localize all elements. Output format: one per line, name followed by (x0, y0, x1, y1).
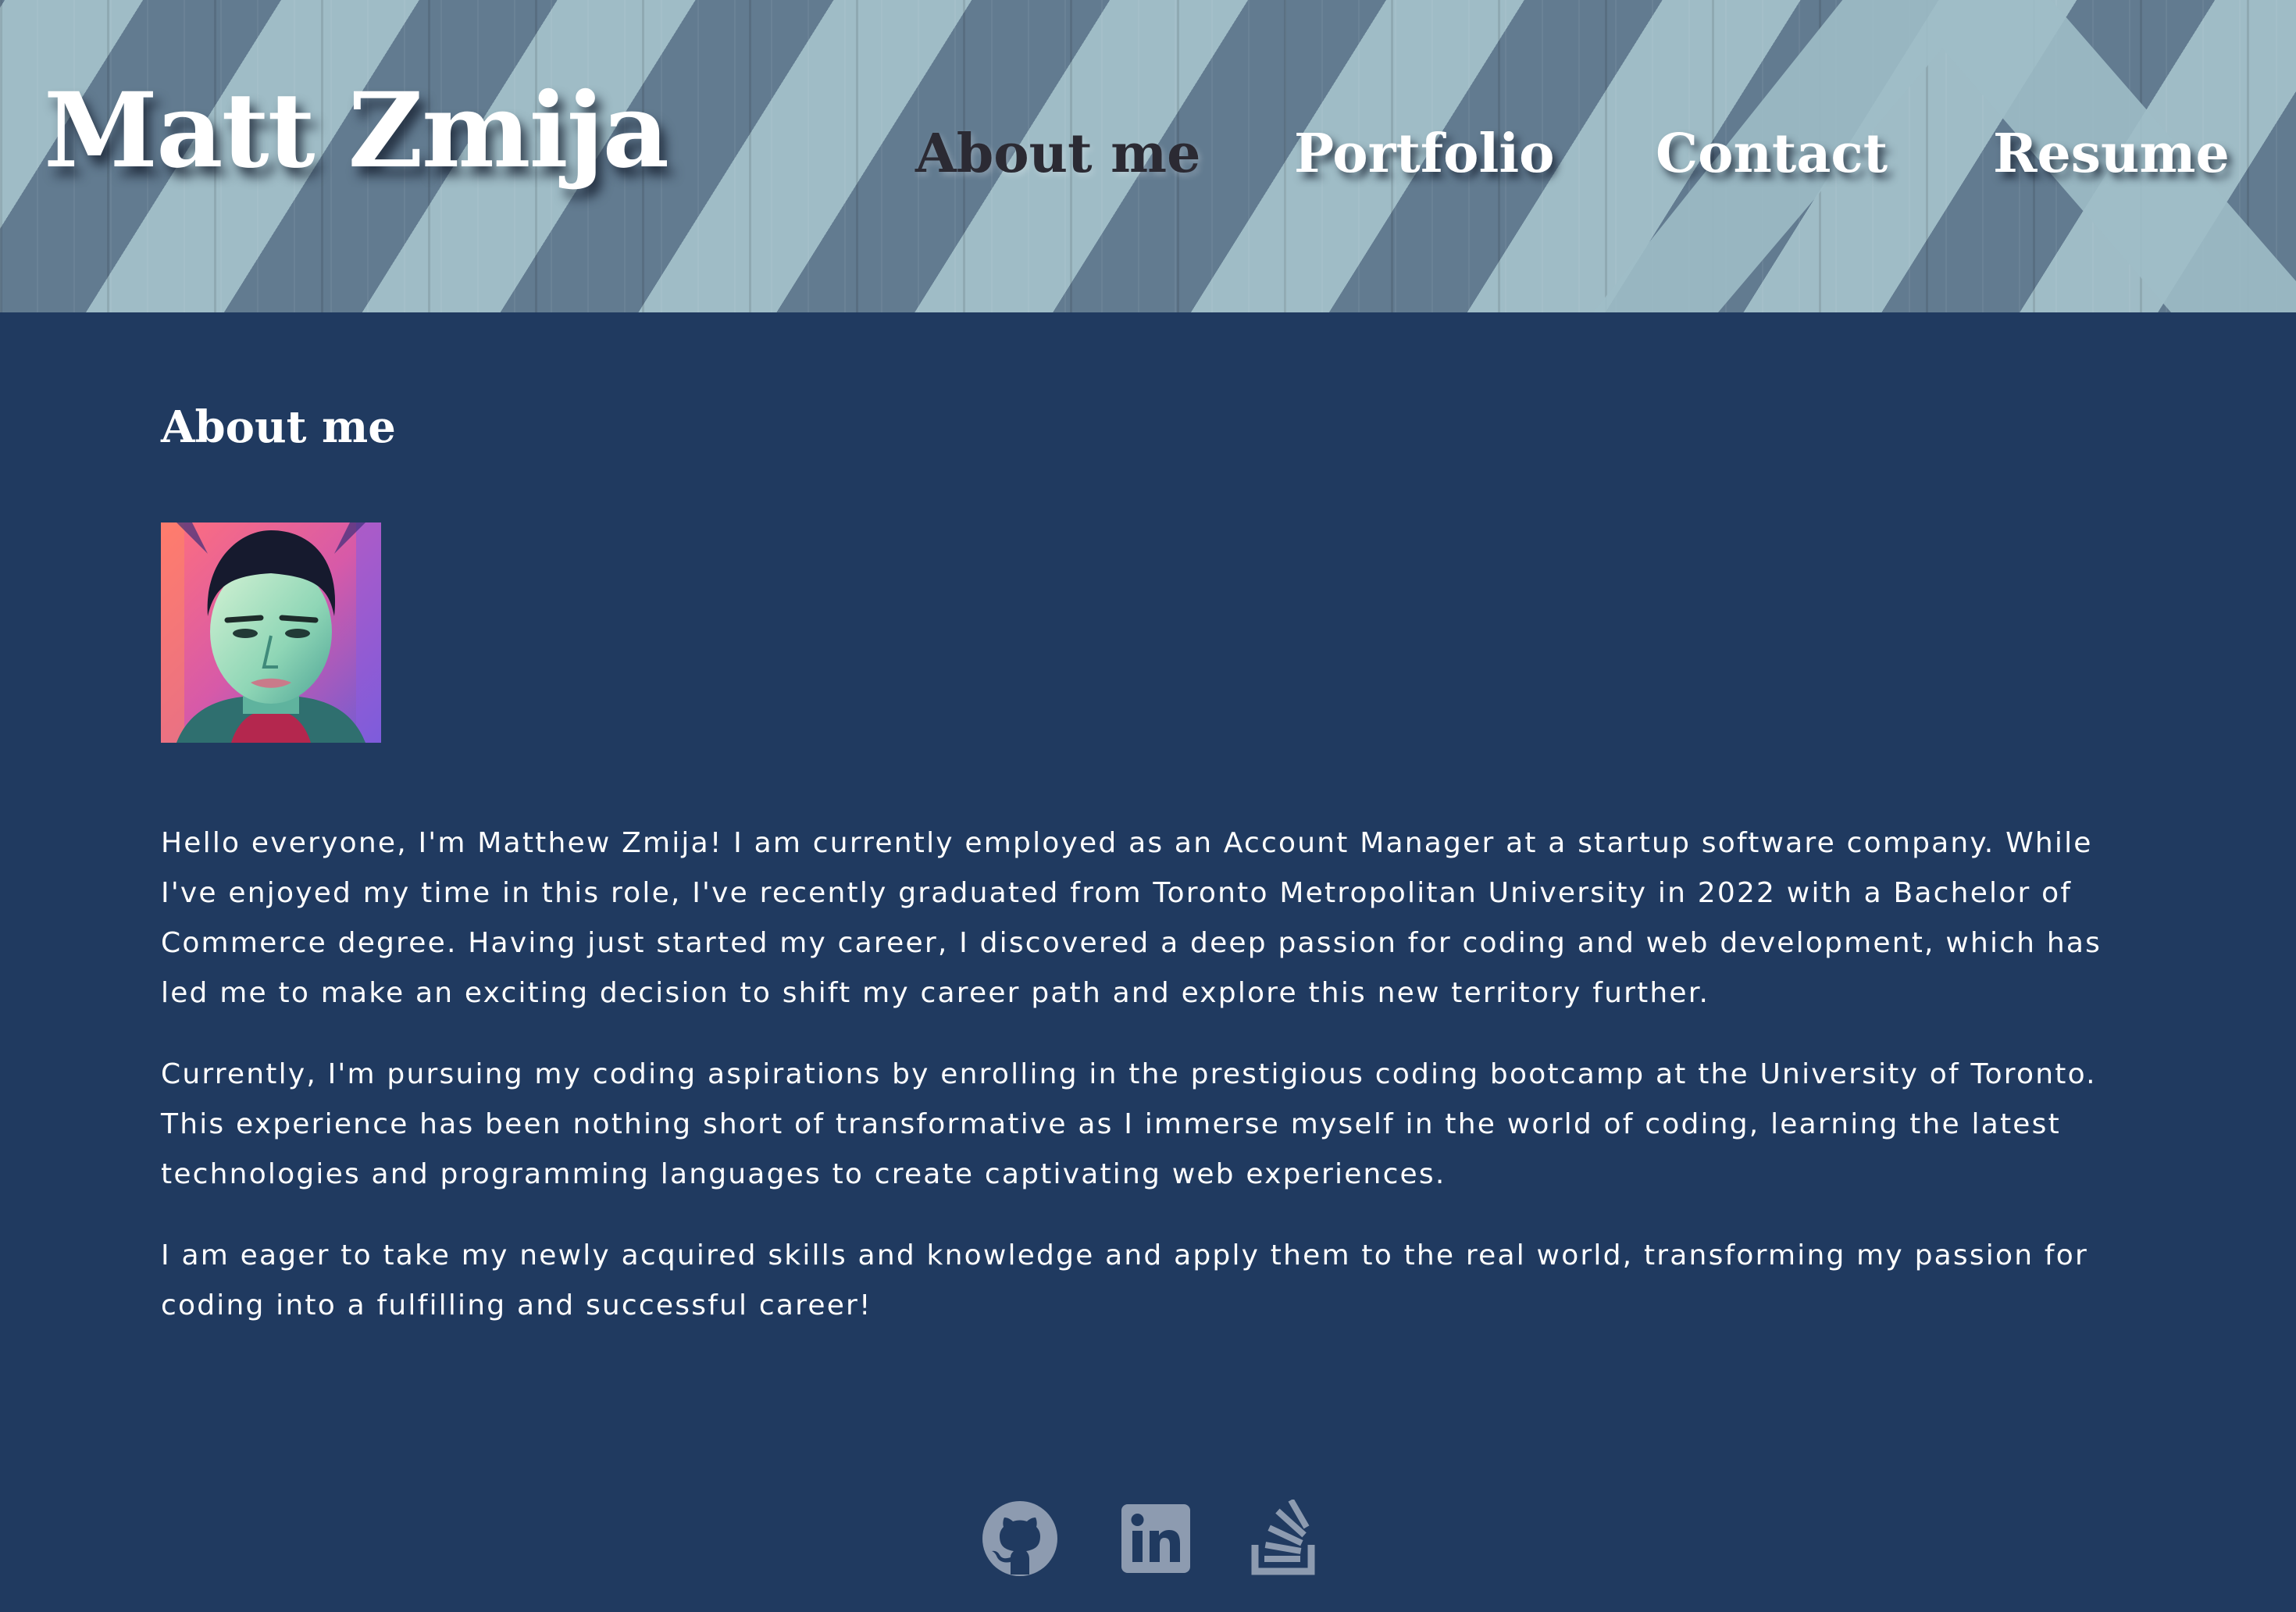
nav-link-about-me[interactable]: About me (915, 119, 1200, 189)
avatar (161, 522, 381, 743)
section-heading: About me (161, 401, 396, 453)
nav-link-contact[interactable]: Contact (1656, 119, 1888, 189)
portrait-illustration (161, 522, 381, 743)
linkedin-icon[interactable] (1117, 1500, 1195, 1578)
stack-overflow-icon[interactable] (1246, 1498, 1324, 1578)
bio-paragraph: Hello everyone, I'm Matthew Zmija! I am … (161, 827, 2102, 1009)
bio-text: Hello everyone, I'm Matthew Zmija! I am … (161, 818, 2144, 1362)
main-nav: About me Portfolio Contact Resume (0, 119, 2296, 189)
site-header: Matt Zmija About me Portfolio Contact Re… (0, 0, 2296, 312)
bio-paragraph: Currently, I'm pursuing my coding aspira… (161, 1058, 2097, 1190)
github-icon[interactable] (981, 1500, 1059, 1578)
nav-link-resume[interactable]: Resume (1993, 119, 2230, 189)
site-footer (0, 1498, 2296, 1578)
bio-paragraph: I am eager to take my newly acquired ski… (161, 1239, 2088, 1321)
nav-link-portfolio[interactable]: Portfolio (1294, 119, 1555, 189)
